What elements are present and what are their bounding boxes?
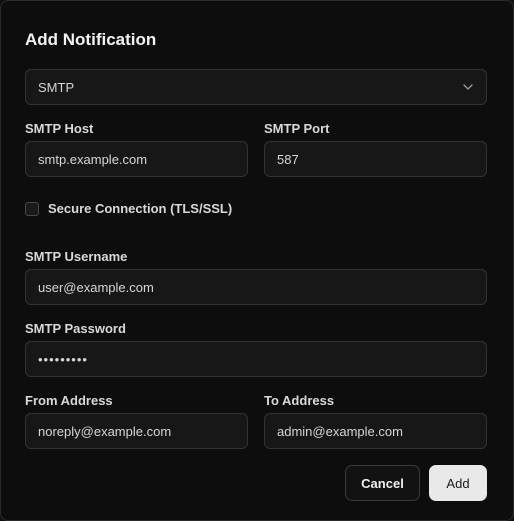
secure-connection-row[interactable]: Secure Connection (TLS/SSL): [25, 201, 232, 216]
smtp-username-input[interactable]: user@example.com: [25, 269, 487, 305]
to-address-label: To Address: [264, 393, 335, 408]
smtp-password-label: SMTP Password: [25, 321, 126, 336]
from-address-label: From Address: [25, 393, 113, 408]
notification-type-select[interactable]: SMTP: [25, 69, 487, 105]
smtp-host-input[interactable]: smtp.example.com: [25, 141, 248, 177]
smtp-username-label: SMTP Username: [25, 249, 128, 264]
notification-type-value: SMTP: [38, 79, 75, 95]
cancel-button[interactable]: Cancel: [345, 465, 420, 501]
secure-connection-checkbox[interactable]: [25, 201, 39, 216]
smtp-port-input[interactable]: 587: [264, 141, 487, 177]
add-notification-dialog: Add Notification SMTP SMTP Host smtp.exa…: [0, 0, 514, 521]
to-address-input[interactable]: admin@example.com: [264, 413, 487, 449]
smtp-port-label: SMTP Port: [264, 121, 330, 136]
smtp-host-label: SMTP Host: [25, 121, 94, 136]
smtp-password-input[interactable]: •••••••••: [25, 341, 487, 377]
from-address-input[interactable]: noreply@example.com: [25, 413, 248, 449]
add-button[interactable]: Add: [429, 465, 487, 501]
secure-connection-label: Secure Connection (TLS/SSL): [48, 201, 233, 216]
dialog-title: Add Notification: [25, 30, 157, 49]
chevron-down-icon: [462, 81, 474, 93]
